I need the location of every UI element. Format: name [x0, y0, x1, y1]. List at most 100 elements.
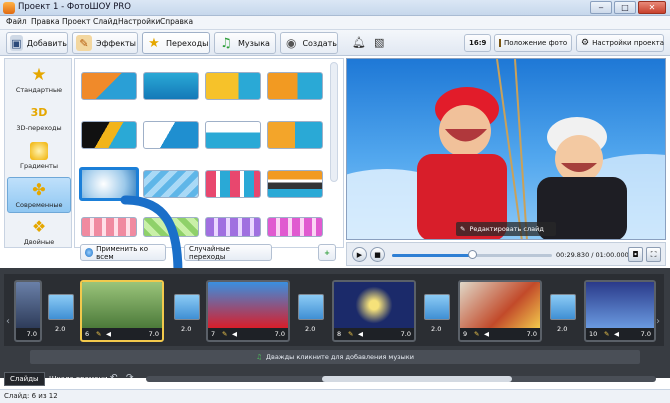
tab-slides-view[interactable]: Слайды: [4, 372, 45, 386]
slide-card[interactable]: 7.0: [14, 280, 42, 342]
slide-thumbnail: [208, 282, 288, 328]
transition-thumb[interactable]: [267, 217, 323, 237]
pencil-icon[interactable]: ✎: [604, 330, 609, 338]
category-gradients[interactable]: Градиенты: [7, 139, 71, 175]
gradient-icon: [30, 142, 48, 160]
title-bar: Проект 1 - ФотоШОУ PRO ‒ □ ✕: [0, 0, 670, 16]
transition-thumb[interactable]: [205, 217, 261, 237]
music-track[interactable]: ♫ Дважды кликните для добавления музыки: [30, 350, 640, 364]
camera-icon[interactable]: ◘: [628, 247, 643, 262]
transition-thumb[interactable]: [143, 72, 199, 100]
transition-thumb[interactable]: [143, 121, 199, 149]
tab-music-label: Музыка: [238, 38, 270, 48]
slide-duration: 7.0: [274, 330, 285, 338]
tab-music[interactable]: ♫ Музыка: [214, 32, 276, 54]
slide-duration: 7.0: [640, 330, 651, 338]
seek-progress: [392, 254, 472, 257]
minimize-button[interactable]: ‒: [590, 1, 612, 14]
tab-timeline-view[interactable]: Шкала времени: [44, 372, 113, 386]
slide-thumbnail: [460, 282, 540, 328]
menu-project[interactable]: Проект: [62, 17, 91, 26]
transition-thumb[interactable]: [205, 170, 261, 198]
slide-duration: 7.0: [526, 330, 537, 338]
globe-icon: [85, 248, 94, 257]
app-logo-icon: [3, 2, 15, 14]
project-settings-label: Настройки проекта: [592, 39, 665, 47]
transition-thumb[interactable]: [205, 72, 261, 100]
transition-block[interactable]: 2.0: [424, 294, 450, 333]
menu-file[interactable]: Файл: [6, 17, 27, 26]
sound-icon[interactable]: ◀: [484, 330, 489, 338]
aspect-ratio-button[interactable]: 16:9: [464, 34, 492, 52]
slide-card[interactable]: 9 ✎ ◀ 7.0: [458, 280, 542, 342]
pencil-icon[interactable]: ✎: [96, 330, 101, 338]
transition-thumb[interactable]: [81, 121, 137, 149]
slide-number: 9: [463, 330, 468, 338]
maximize-button[interactable]: □: [614, 1, 636, 14]
stop-icon[interactable]: ■: [370, 247, 385, 262]
scroll-right-icon[interactable]: ›: [656, 316, 660, 327]
tab-create[interactable]: ◉ Создать: [280, 32, 338, 54]
sound-icon[interactable]: ◀: [358, 330, 363, 338]
category-3d[interactable]: 3D 3D-переходы: [7, 101, 71, 137]
music-hint-label: Дважды кликните для добавления музыки: [265, 353, 414, 361]
pencil-icon[interactable]: ✎: [348, 330, 353, 338]
category-label: 3D-переходы: [16, 124, 62, 132]
slide-duration: 7.0: [148, 330, 159, 338]
redo-icon[interactable]: ↷: [126, 373, 134, 383]
menu-settings[interactable]: Настройки: [118, 17, 160, 26]
tab-effects[interactable]: ✎ Эффекты: [72, 32, 138, 54]
sound-icon[interactable]: ◀: [106, 330, 111, 338]
scrollbar-thumb[interactable]: [322, 376, 512, 382]
grid-scrollbar[interactable]: [330, 62, 338, 182]
menu-help[interactable]: Справка: [160, 17, 193, 26]
transition-block[interactable]: 2.0: [48, 294, 74, 333]
music-note-icon: ♫: [256, 353, 262, 361]
sound-icon[interactable]: ◀: [232, 330, 237, 338]
timeline-scrollbar[interactable]: [146, 376, 656, 382]
slide-card[interactable]: 7 ✎ ◀ 7.0: [206, 280, 290, 342]
slide-duration: 7.0: [400, 330, 411, 338]
pencil-icon: ✎: [460, 225, 466, 233]
transition-thumb[interactable]: [143, 170, 199, 198]
transition-thumb[interactable]: [267, 72, 323, 100]
close-button[interactable]: ✕: [638, 1, 666, 14]
transition-thumb[interactable]: [267, 121, 323, 149]
category-double[interactable]: ❖ Двойные: [7, 215, 71, 251]
folder-icon: ▣: [10, 35, 23, 51]
transition-thumb[interactable]: [205, 121, 261, 149]
category-modern[interactable]: ✤ Современные: [7, 177, 71, 213]
pencil-icon[interactable]: ✎: [474, 330, 479, 338]
double-icon: ❖: [31, 217, 47, 236]
tab-transitions[interactable]: ★ Переходы: [142, 32, 210, 54]
slide-card-selected[interactable]: 6 ✎ ◀ 7.0: [80, 280, 164, 342]
scroll-left-icon[interactable]: ‹: [6, 316, 10, 327]
transition-block[interactable]: 2.0: [298, 294, 324, 333]
transition-thumb[interactable]: [267, 170, 323, 198]
category-label: Современные: [15, 201, 63, 209]
photo-position-button[interactable]: Положение фото: [494, 34, 572, 52]
tab-create-label: Создать: [302, 38, 337, 48]
main-tabs: ▣ Добавить ✎ Эффекты ★ Переходы ♫ Музыка…: [0, 30, 670, 56]
transition-block[interactable]: 2.0: [550, 294, 576, 333]
add-transition-icon[interactable]: +: [318, 244, 336, 261]
seek-handle[interactable]: [468, 250, 477, 259]
slide-card[interactable]: 8 ✎ ◀ 7.0: [332, 280, 416, 342]
category-standard[interactable]: ★ Стандартные: [7, 63, 71, 99]
bell-icon[interactable]: 🔔︎: [352, 36, 366, 49]
fullscreen-icon[interactable]: ⛶: [646, 247, 661, 262]
image-icon[interactable]: ▧: [374, 36, 384, 49]
slide-number: 10: [589, 330, 598, 338]
transition-thumb[interactable]: [81, 72, 137, 100]
play-icon[interactable]: ▶: [352, 247, 367, 262]
undo-icon[interactable]: ↶: [110, 373, 118, 383]
menu-edit[interactable]: Правка: [31, 17, 60, 26]
edit-slide-button[interactable]: ✎ Редактировать слайд: [456, 222, 556, 236]
menu-slide[interactable]: Слайд: [93, 17, 118, 26]
slide-card[interactable]: 10 ✎ ◀ 7.0: [584, 280, 656, 342]
tab-add[interactable]: ▣ Добавить: [6, 32, 68, 54]
pencil-icon[interactable]: ✎: [222, 330, 227, 338]
transition-block[interactable]: 2.0: [174, 294, 200, 333]
sound-icon[interactable]: ◀: [614, 330, 619, 338]
project-settings-button[interactable]: ⚙ Настройки проекта: [576, 34, 664, 52]
